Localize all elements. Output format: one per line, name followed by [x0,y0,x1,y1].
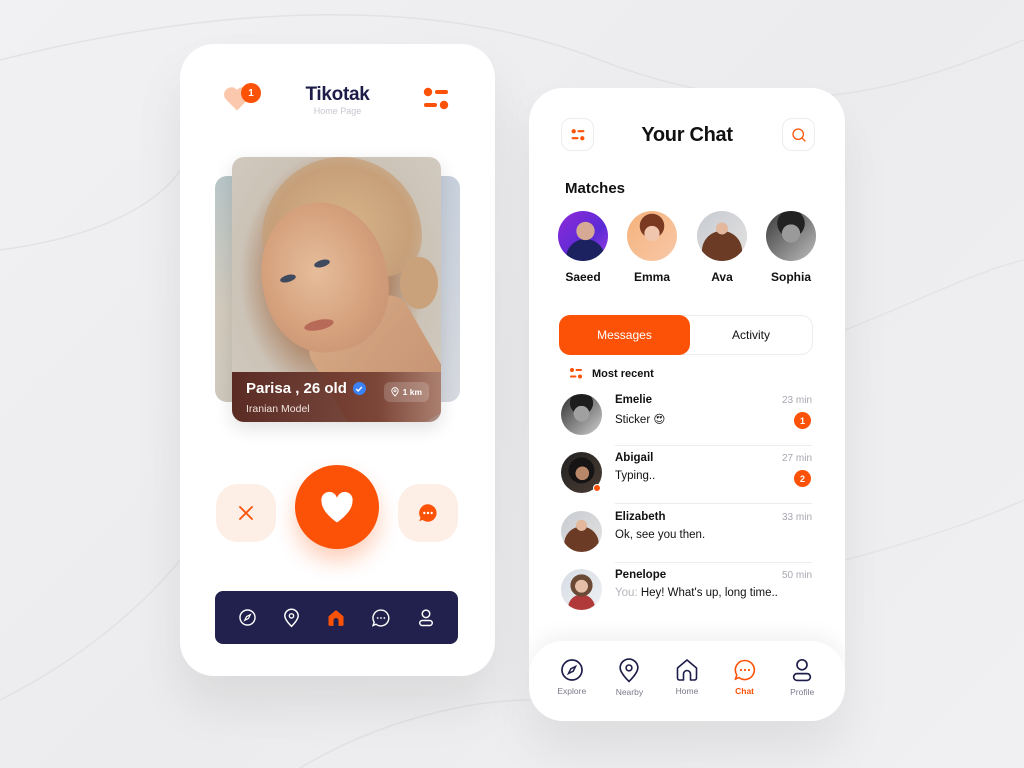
home-icon [328,609,344,626]
avatar [766,211,816,261]
nav-label: Chat [735,686,755,696]
location-pin-icon [284,608,300,627]
nav-chat[interactable]: Chat [720,658,770,696]
nav-label: Home [675,686,699,696]
conversation-name: Emelie [615,394,653,406]
filter-icon [423,87,449,110]
reject-button[interactable] [216,484,276,542]
match-name: Ava [711,270,733,284]
close-icon [239,506,253,520]
chat-tabs: Messages Activity [559,315,813,355]
home-bottom-nav [215,591,458,644]
chat-bubble-icon [733,659,755,681]
match-item[interactable]: Ava [692,211,752,284]
nav-nearby[interactable] [281,607,303,629]
profile-name: Parisa , 26 old [246,380,347,397]
avatar [561,569,602,610]
heart-icon [321,491,353,523]
profile-role: Iranian Model [246,403,310,415]
conversation-row[interactable]: Penelope You: Hey! What's up, long time.… [561,563,812,615]
conversation-time: 27 min [781,453,812,464]
message-prefix: You: [615,587,638,599]
user-icon [793,658,812,682]
nav-profile[interactable] [415,607,437,629]
nav-profile[interactable]: Profile [777,658,827,697]
search-button[interactable] [782,118,815,151]
match-item[interactable]: Emma [622,211,682,284]
conversation-time: 33 min [781,512,812,523]
nav-home[interactable] [325,607,347,629]
conversation-time: 23 min [781,395,812,406]
compass-icon [560,659,583,681]
unread-badge: 1 [794,412,811,429]
background-curves [0,14,1024,768]
match-name: Saeed [565,270,601,284]
matches-heading: Matches [565,180,626,197]
nav-explore[interactable] [236,607,258,629]
sort-label: Most recent [592,367,654,380]
avatar [697,211,747,261]
filter-icon [570,368,582,379]
chat-screen: Your Chat Matches Saeed Emma Ava Sophia … [529,88,845,721]
home-icon [676,659,698,681]
unread-badge: 2 [794,470,811,487]
conversation-message: Ok, see you then. [615,529,706,541]
online-indicator [593,484,601,492]
distance-chip: 1 km [383,382,429,402]
nav-chat[interactable] [370,607,392,629]
conversation-row[interactable]: Abigail Typing.. 27 min 2 [561,446,812,504]
chat-bubble-icon [419,504,437,522]
chat-bottom-nav: Explore Nearby Home Chat Profile [529,641,845,721]
filter-button[interactable] [422,86,450,112]
avatar [561,511,602,552]
nav-home[interactable]: Home [662,658,712,696]
nav-nearby[interactable]: Nearby [604,658,654,697]
tab-activity[interactable]: Activity [690,316,812,354]
nav-label: Profile [790,687,815,697]
nav-label: Nearby [615,687,644,697]
nav-label: Explore [557,686,587,696]
search-icon [791,127,806,142]
conversation-name: Penelope [615,569,667,581]
conversation-message-row: You: Hey! What's up, long time.. [615,587,778,599]
match-item[interactable]: Sophia [761,211,821,284]
location-pin-icon [390,387,399,397]
conversation-time: 50 min [781,570,812,581]
message-button[interactable] [398,484,458,542]
avatar [558,211,608,261]
user-icon [418,608,433,626]
match-item[interactable]: Saeed [553,211,613,284]
tab-messages[interactable]: Messages [559,315,690,355]
conversation-message: Hey! What's up, long time.. [640,587,778,599]
profile-card[interactable]: Parisa , 26 old Iranian Model 1 km [232,157,441,422]
conversation-name: Abigail [615,452,654,464]
distance-value: 1 km [402,387,422,397]
conversation-message: Sticker 😍 [615,414,666,426]
conversation-name: Elizabeth [615,511,666,523]
chat-bubble-icon [372,608,390,627]
avatar [561,394,602,435]
profile-name-row: Parisa , 26 old [246,380,366,397]
conversation-message: Typing.. [615,470,656,482]
like-button[interactable] [295,465,379,549]
profile-photo-hair-bun [400,257,438,309]
sort-control[interactable]: Most recent [569,367,654,380]
match-name: Emma [633,270,671,284]
compass-icon [239,609,256,626]
conversation-row[interactable]: Elizabeth Ok, see you then. 33 min [561,505,812,563]
divider [615,503,812,504]
profile-info-panel: Parisa , 26 old Iranian Model 1 km [232,372,441,422]
conversation-row[interactable]: Emelie Sticker 😍 23 min 1 [561,388,812,446]
location-pin-icon [619,658,640,683]
avatar [627,211,677,261]
nav-explore[interactable]: Explore [547,658,597,696]
match-name: Sophia [770,270,811,284]
verified-icon [352,382,366,395]
